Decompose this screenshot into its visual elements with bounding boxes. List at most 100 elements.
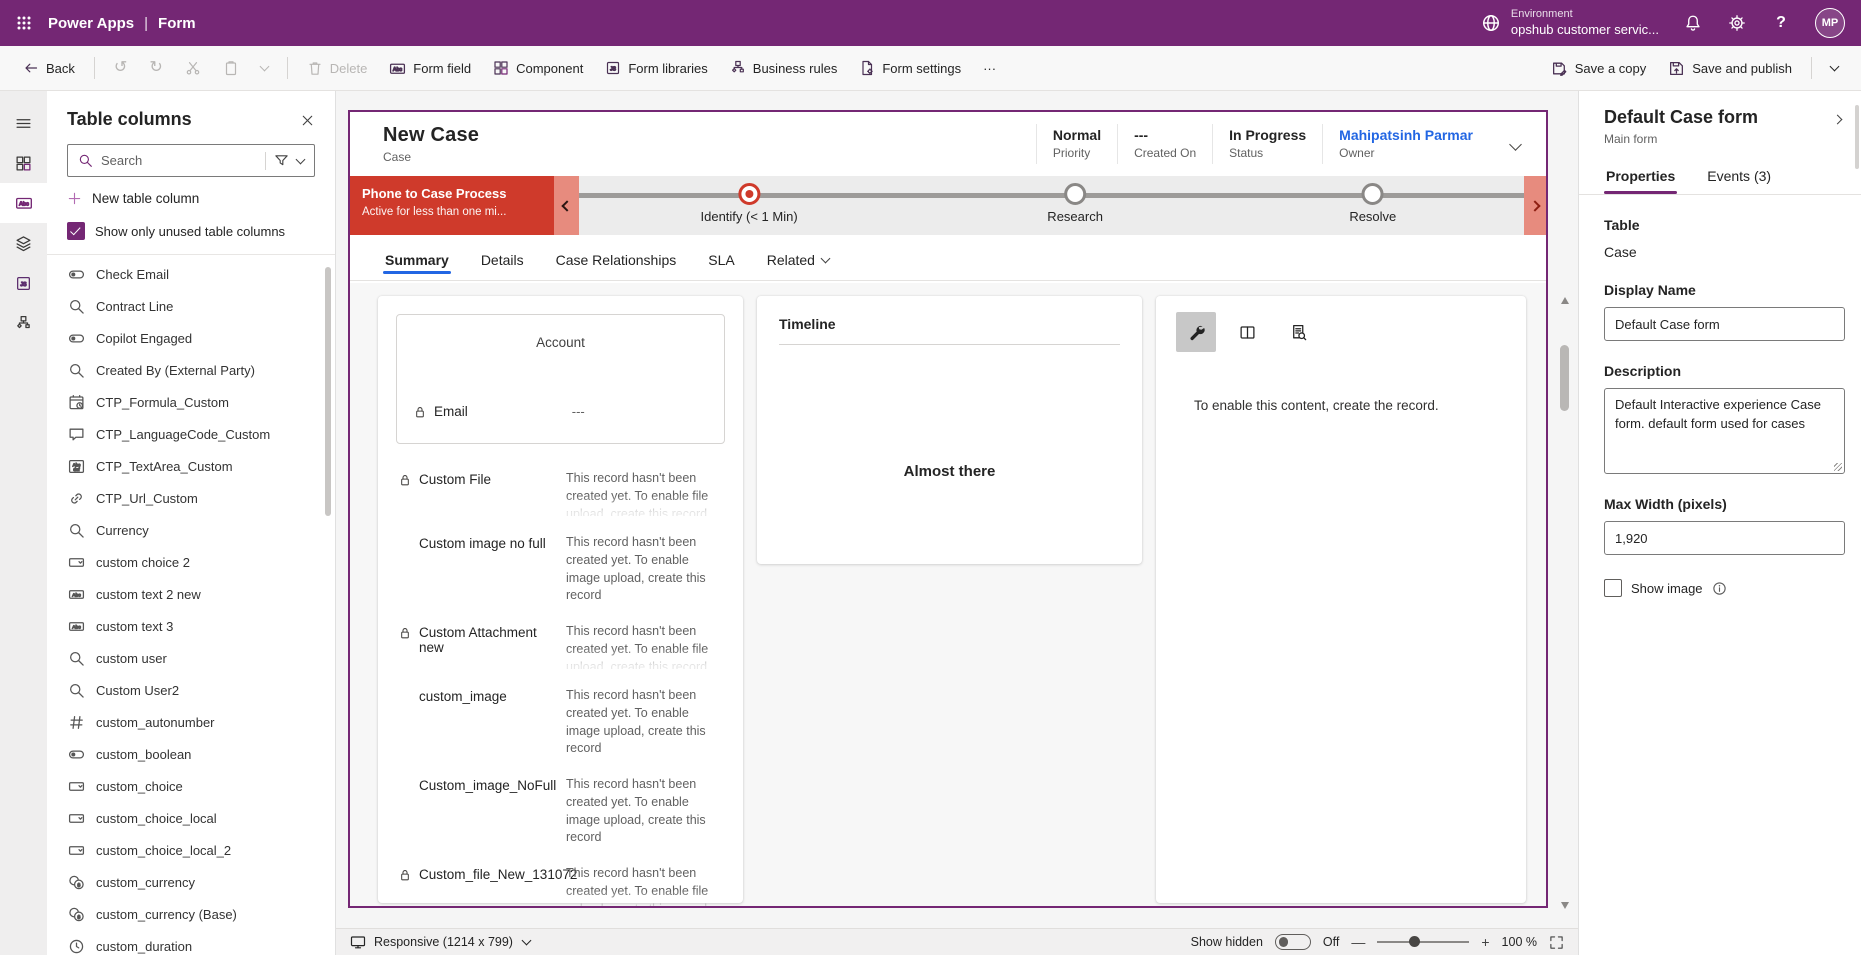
column-list-item[interactable]: custom_currency xyxy=(47,866,335,898)
form-settings-button[interactable]: Form settings xyxy=(850,54,970,82)
widget-tool-button[interactable] xyxy=(1278,312,1318,352)
help-button[interactable]: ? xyxy=(1771,13,1791,33)
redo-button[interactable]: ↻ xyxy=(140,54,171,82)
save-a-copy-button[interactable]: Save a copy xyxy=(1542,54,1656,83)
paste-dropdown-button[interactable] xyxy=(252,60,277,76)
form-tab[interactable]: Case Relationships xyxy=(554,242,679,280)
bpf-process-block[interactable]: Phone to Case Process Active for less th… xyxy=(350,176,554,235)
bpf-stage[interactable]: Resolve xyxy=(1349,183,1396,224)
search-input[interactable] xyxy=(101,153,257,168)
form-libraries-button[interactable]: Form libraries xyxy=(596,54,716,82)
scroll-down-arrow[interactable] xyxy=(1561,902,1569,909)
zoom-in-button[interactable]: + xyxy=(1481,935,1489,949)
component-button[interactable]: Component xyxy=(484,54,592,82)
column-list-item[interactable]: Created By (External Party) xyxy=(47,354,335,386)
form-tab[interactable]: Details xyxy=(479,242,526,280)
form-field-row[interactable]: Custom Attachment new This record hasn't… xyxy=(398,623,723,669)
column-list-item[interactable]: Currency xyxy=(47,514,335,546)
account-card[interactable]: Account Email --- xyxy=(396,314,725,444)
header-field[interactable]: Normal Priority xyxy=(1036,124,1117,164)
bpf-stage[interactable]: Research xyxy=(1047,183,1103,224)
bpf-stage[interactable]: Identify (< 1 Min) xyxy=(701,183,798,224)
avatar[interactable]: MP xyxy=(1815,8,1845,38)
form-field-row[interactable]: Custom_file_New_131072 This record hasn'… xyxy=(398,865,723,906)
header-field[interactable]: --- Created On xyxy=(1117,124,1212,164)
canvas-scrollbar[interactable] xyxy=(1559,297,1572,909)
header-field[interactable]: Mahipatsinh Parmar Owner xyxy=(1322,124,1489,164)
bpf-stage-dot[interactable] xyxy=(1362,183,1384,205)
new-table-column-button[interactable]: New table column xyxy=(47,177,335,218)
display-name-input[interactable] xyxy=(1604,307,1845,341)
close-panel-button[interactable] xyxy=(300,111,315,127)
info-icon[interactable] xyxy=(1712,581,1727,596)
column-list-item[interactable]: custom_currency (Base) xyxy=(47,898,335,930)
form-field-button[interactable]: Form field xyxy=(380,54,480,83)
form-field-row[interactable]: Custom image no full This record hasn't … xyxy=(398,534,723,605)
properties-tab[interactable]: Events (3) xyxy=(1705,162,1773,194)
rail-components-button[interactable] xyxy=(0,143,47,183)
panel-scrollbar-thumb[interactable] xyxy=(1855,105,1859,169)
column-list-item[interactable]: CTP_TextArea_Custom xyxy=(47,450,335,482)
expand-panel-button[interactable] xyxy=(1830,107,1845,130)
timeline-section[interactable]: Timeline Almost there xyxy=(757,296,1142,564)
column-list-item[interactable]: custom user xyxy=(47,642,335,674)
back-button[interactable]: Back xyxy=(14,54,84,82)
form-preview[interactable]: New Case Case Normal Priority --- Create… xyxy=(348,110,1548,908)
more-save-options-button[interactable] xyxy=(1822,60,1847,76)
summary-left-section[interactable]: Account Email --- Custom File xyxy=(378,296,743,903)
column-list-item[interactable]: custom_choice_local xyxy=(47,802,335,834)
zoom-slider[interactable] xyxy=(1377,941,1469,943)
description-textarea[interactable]: Default Interactive experience Case form… xyxy=(1604,388,1845,474)
column-list-item[interactable]: CTP_Formula_Custom xyxy=(47,386,335,418)
widget-tool-button[interactable] xyxy=(1176,312,1216,352)
resize-grip[interactable] xyxy=(1834,463,1842,471)
save-and-publish-button[interactable]: Save and publish xyxy=(1659,54,1801,83)
rail-business-rules-button[interactable] xyxy=(0,303,47,343)
column-list-item[interactable]: custom_choice_local_2 xyxy=(47,834,335,866)
delete-button[interactable]: Delete xyxy=(298,54,377,82)
bpf-stage-dot[interactable] xyxy=(738,183,760,205)
related-widget-section[interactable]: To enable this content, create the recor… xyxy=(1156,296,1526,903)
rail-form-libraries-button[interactable] xyxy=(0,263,47,303)
column-list-item[interactable]: Contract Line xyxy=(47,290,335,322)
settings-button[interactable] xyxy=(1727,13,1747,33)
paste-button[interactable] xyxy=(214,54,248,82)
business-rules-button[interactable]: Business rules xyxy=(721,54,847,82)
bpf-stage-dot[interactable] xyxy=(1064,183,1086,205)
fit-to-screen-icon[interactable] xyxy=(1549,935,1564,950)
environment-picker[interactable]: Environment opshub customer servic... xyxy=(1481,8,1659,38)
panel-scrollbar[interactable] xyxy=(325,267,331,516)
cut-button[interactable] xyxy=(176,54,210,82)
undo-button[interactable]: ↺ xyxy=(105,54,136,82)
bpf-next-stage-button[interactable] xyxy=(1524,176,1546,235)
column-list-item[interactable]: CTP_Url_Custom xyxy=(47,482,335,514)
form-tab[interactable]: Summary xyxy=(383,242,451,280)
collapse-header-button[interactable] xyxy=(1511,137,1520,152)
column-list-item[interactable]: Copilot Engaged xyxy=(47,322,335,354)
overflow-button[interactable]: ··· xyxy=(974,55,1005,82)
responsive-size-selector[interactable]: Responsive (1214 x 799) xyxy=(350,934,530,950)
column-list-item[interactable]: custom text 2 new xyxy=(47,578,335,610)
show-image-checkbox[interactable] xyxy=(1604,579,1622,597)
column-list-item[interactable]: custom_boolean xyxy=(47,738,335,770)
form-field-row[interactable]: custom_image This record hasn't been cre… xyxy=(398,687,723,758)
show-unused-checkbox-row[interactable]: Show only unused table columns xyxy=(47,218,335,254)
scroll-up-arrow[interactable] xyxy=(1561,297,1569,304)
filter-icon[interactable] xyxy=(274,153,289,168)
form-tab[interactable]: SLA xyxy=(706,242,736,280)
rail-table-columns-button[interactable] xyxy=(0,183,47,223)
rail-tree-view-button[interactable] xyxy=(0,223,47,263)
rail-menu-button[interactable] xyxy=(0,103,47,143)
zoom-out-button[interactable]: — xyxy=(1351,935,1365,949)
form-tab[interactable]: Related xyxy=(765,242,831,280)
column-list-item[interactable]: Custom User2 xyxy=(47,674,335,706)
widget-tool-button[interactable] xyxy=(1227,312,1267,352)
waffle-menu-button[interactable] xyxy=(0,0,48,46)
scrollbar-thumb[interactable] xyxy=(1560,345,1569,411)
zoom-slider-knob[interactable] xyxy=(1409,936,1420,947)
column-list-item[interactable]: CTP_LanguageCode_Custom xyxy=(47,418,335,450)
column-list-item[interactable]: custom_duration xyxy=(47,930,335,955)
max-width-input[interactable] xyxy=(1604,521,1845,555)
properties-tab[interactable]: Properties xyxy=(1604,162,1677,194)
checkbox-checked[interactable] xyxy=(67,222,85,240)
